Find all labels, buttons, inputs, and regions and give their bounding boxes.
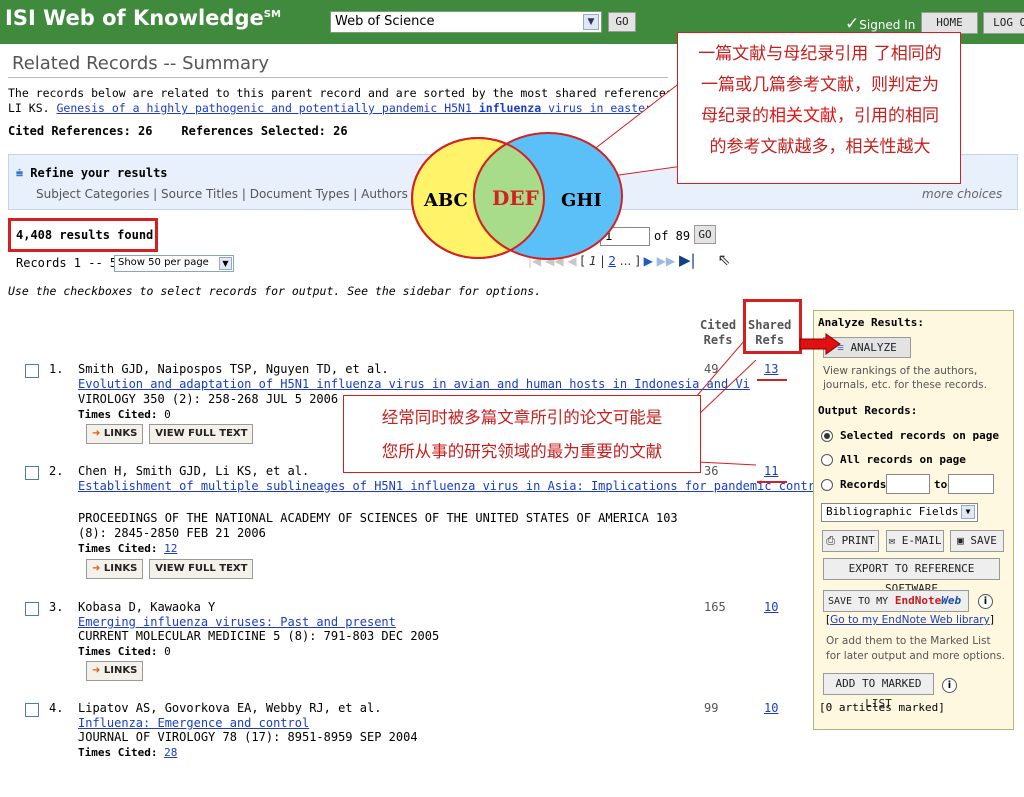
- callout-fragment: 母纪录的: [701, 106, 769, 126]
- callout-line: [694, 339, 746, 399]
- callout-line-text: 一篇文献与母纪录引用 了相同的: [698, 44, 942, 64]
- callout-highlight: 相关文献: [769, 106, 837, 126]
- callout-line-text: 的参考文献越多，相关性越大: [709, 137, 931, 157]
- relatedness-callout: 一篇文献与母纪录引用 了相同的 一篇或几篇参考文献，则判定为 母纪录的相关文献，…: [677, 32, 961, 184]
- callout-line-text: 经常同时被多篇文章所引的论文可能是: [381, 408, 663, 427]
- importance-callout: 经常同时被多篇文章所引的论文可能是 您所从事的研究领域的最为重要的文献: [343, 395, 701, 473]
- callout-line: [697, 461, 757, 466]
- arrow-right-icon: [799, 333, 841, 355]
- callout-line: [697, 359, 757, 416]
- venn-label-left: ABC: [424, 190, 468, 211]
- venn-label-overlap: DEF: [492, 186, 539, 210]
- callout-fragment: ，引用的相同: [837, 106, 939, 126]
- callout-line-text: 母纪录的相关文献，引用的相同: [682, 101, 958, 132]
- venn-label-right: GHI: [561, 190, 602, 211]
- callout-line-text: 您所从事的研究领域的最为重要的文献: [381, 442, 663, 461]
- callout-line-text: 一篇或几篇参考文献，则判定为: [701, 75, 939, 95]
